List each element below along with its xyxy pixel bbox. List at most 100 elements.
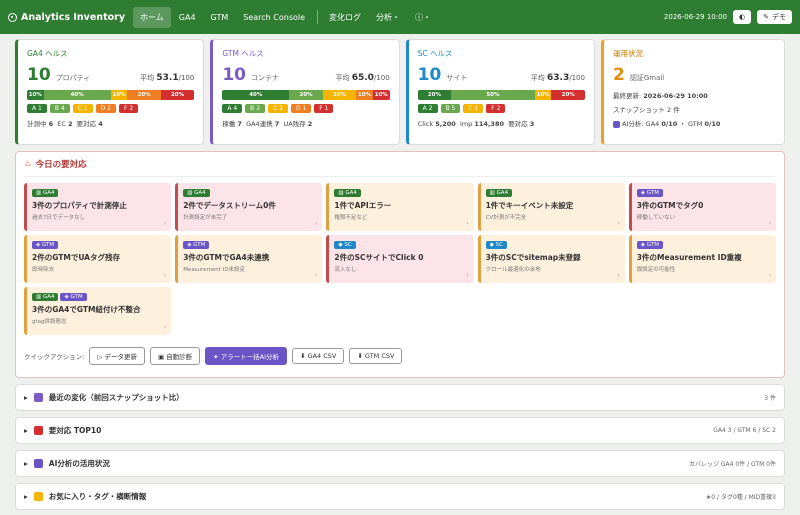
alert-title: 2件のSCサイトでClick 0 [334,253,424,262]
source-tag: ◆ SC [334,241,356,249]
gtm-health-card[interactable]: GTM ヘルス 10 コンテナ 平均 65.0/100 40% 20% 20% 10% 10… [210,39,400,145]
distribution-segment: 20% [322,90,357,100]
alert-title: 3件のGTMでGA4未連携 [183,253,270,262]
source-tag: ◈ GTM [636,241,663,249]
alert-card[interactable]: ▥ GA4 1件でAPIエラー 権限不足など › [326,183,474,231]
nav-ga4[interactable]: GA4 [172,8,203,27]
distribution-segment: 10% [27,90,44,100]
demo-label: デモ [772,13,786,21]
footer-stat: GA4連携 7 [246,120,280,128]
nav-search-console[interactable]: Search Console [236,8,312,27]
footer-stat: 要対応 3 [508,120,535,128]
source-tag: ▥ GA4 [32,293,59,301]
logo-icon [8,12,17,22]
distribution-segment: 20% [417,90,452,100]
footer-stat: UA残存 2 [283,120,313,128]
card-footer: 計測中 6 EC 2 要対応 4 [27,118,194,128]
alert-subtitle: CV計測が不完全 [485,215,527,221]
chevron-right-icon: › [163,324,167,331]
section-header[interactable]: ▸ お気に入り・タグ・横断情報 ★0 / タグ0種 / MID重複3 [15,483,785,510]
alert-card[interactable]: ▥ GA4 1件でキーイベント未設定 CV計測が不完全 › [477,183,625,231]
source-tag: ◆ SC [485,241,507,249]
card-title: GTM ヘルス [222,49,264,58]
ai-icon [612,120,620,128]
card-unit: コンテナ [251,74,279,82]
ga4-csv-button[interactable]: ⬇ GA4 CSV [292,348,345,364]
card-count: 10 [27,65,51,85]
grade-badge: F 2 [486,104,506,113]
grade-badge: A 1 [27,104,47,113]
distribution-segment: 40% [222,90,290,100]
source-tag: ◈ GTM [32,241,59,249]
card-average: 平均 53.1/100 [140,73,195,83]
health-cards: GA4 ヘルス 10 プロパティ 平均 53.1/100 10% 40% 10% 20% 2… [15,39,785,145]
quick-actions-label: クイックアクション: [24,353,85,361]
alert-card[interactable]: ◆ SC 2件のSCサイトでClick 0 流入なし › [326,235,474,283]
section-title: AI分析の活用状況 [48,459,110,468]
nav-gtm[interactable]: GTM [204,8,236,27]
app-title: Analytics Inventory [21,11,126,23]
alert-card[interactable]: ▥ GA4 ◈ GTM 3件のGA4でGTM紐付け不整合 gtag併設懸念 › [24,287,172,335]
ops-snapshot: スナップショット 2 件 [612,106,680,114]
section-header[interactable]: ▸ 要対応 TOP10 GA4 3 / GTM 6 / SC 2 [15,417,785,444]
theme-toggle-button[interactable]: ◐ [733,10,752,24]
caret-right-icon: ▸ [24,492,28,501]
footer-stat: 計測中 6 [27,120,54,128]
alerts-header: ♨ 今日の要対応 [24,158,776,177]
sc-health-card[interactable]: SC ヘルス 10 サイト 平均 63.3/100 20% 50% 10% 20% A 2… [405,39,595,145]
card-average: 平均 63.3/100 [530,73,585,83]
gtm-csv-button[interactable]: ⬇ GTM CSV [349,348,403,364]
nav-info-menu[interactable]: ⓘ・ [408,7,438,28]
grade-badge: C 1 [72,104,93,113]
caret-right-icon: ▸ [24,459,28,468]
footer-stat: 稼働 7 [222,120,242,128]
alert-card[interactable]: ◈ GTM 3件のGTMでタグ0 稼働していない › [628,183,776,231]
alert-subtitle: 計測設定が未完了 [183,215,228,221]
distribution-segment: 50% [451,90,535,100]
grade-badges: A 4B 2C 2D 1F 1 [222,104,389,113]
auto-diagnose-button[interactable]: ▣ 自動診断 [149,347,201,365]
source-tag: ▥ GA4 [32,189,59,197]
card-count: 10 [417,65,442,85]
grade-badge: F 1 [314,104,334,113]
section-icon [33,426,43,435]
alert-card[interactable]: ◆ SC 3件のSCでsitemap未登録 クロール最適化の余地 › [477,235,625,283]
alert-title: 1件でAPIエラー [334,201,392,210]
nav-home[interactable]: ホーム [133,6,171,28]
alert-card[interactable]: ◈ GTM 3件のGTMでGA4未連携 Measurement ID未設定 › [175,235,323,283]
card-footer: 稼働 7 GA4連携 7 UA残存 2 [222,118,389,128]
card-unit: サイト [446,74,468,82]
chevron-right-icon: › [617,220,620,227]
card-title: SC ヘルス [417,49,453,58]
alert-subtitle: 即時除去 [32,267,55,273]
alert-title: 3件のGTMでタグ0 [636,201,704,210]
nav-changelog[interactable]: 変化ログ [322,7,368,28]
section-icon [33,459,43,468]
section-header[interactable]: ▸ 最近の変化（前回スナップショット比） 3 件 [15,384,785,411]
alert-card[interactable]: ◈ GTM 3件のMeasurement ID重複 誤設定の可能性 › [628,235,776,283]
nav-analysis-menu[interactable]: 分析・ [369,7,407,28]
alert-title: 3件のプロパティで計測停止 [32,201,127,210]
alert-title: 2件でデータストリーム0件 [183,201,276,210]
alert-card[interactable]: ▥ GA4 2件でデータストリーム0件 計測設定が未完了 › [175,183,323,231]
alert-subtitle: Measurement ID未設定 [183,267,246,273]
section-title: 最近の変化（前回スナップショット比） [48,393,184,402]
alert-card[interactable]: ▥ GA4 3件のプロパティで計測停止 過去7日でデータなし › [24,183,172,231]
ops-title: 運用状況 [612,49,643,58]
alert-card[interactable]: ◈ GTM 2件のGTMでUAタグ残存 即時除去 › [24,235,172,283]
ga4-health-card[interactable]: GA4 ヘルス 10 プロパティ 平均 53.1/100 10% 40% 10% 20% 2… [15,39,205,145]
nav-divider [317,10,319,24]
brand[interactable]: Analytics Inventory [8,12,125,23]
refresh-data-button[interactable]: ▷ データ更新 [89,347,145,365]
bulk-ai-analysis-button[interactable]: ✦ アラート一括AI分析 [205,347,288,365]
alert-subtitle: 過去7日でデータなし [32,215,85,221]
section-summary: カバレッジ GA4 0件 / GTM 0件 [688,461,776,468]
footer-stat: Imp 114,380 [459,120,504,128]
distribution-segment: 20% [289,90,323,100]
health-distribution-bar: 40% 20% 20% 10% 10% [222,90,390,100]
alert-subtitle: クロール最適化の余地 [485,267,541,273]
demo-button[interactable]: ✎ デモ [757,10,792,24]
section-summary: GA4 3 / GTM 6 / SC 2 [713,427,776,434]
section-header[interactable]: ▸ AI分析の活用状況 カバレッジ GA4 0件 / GTM 0件 [15,450,785,477]
source-tag: ◈ GTM [60,293,87,301]
